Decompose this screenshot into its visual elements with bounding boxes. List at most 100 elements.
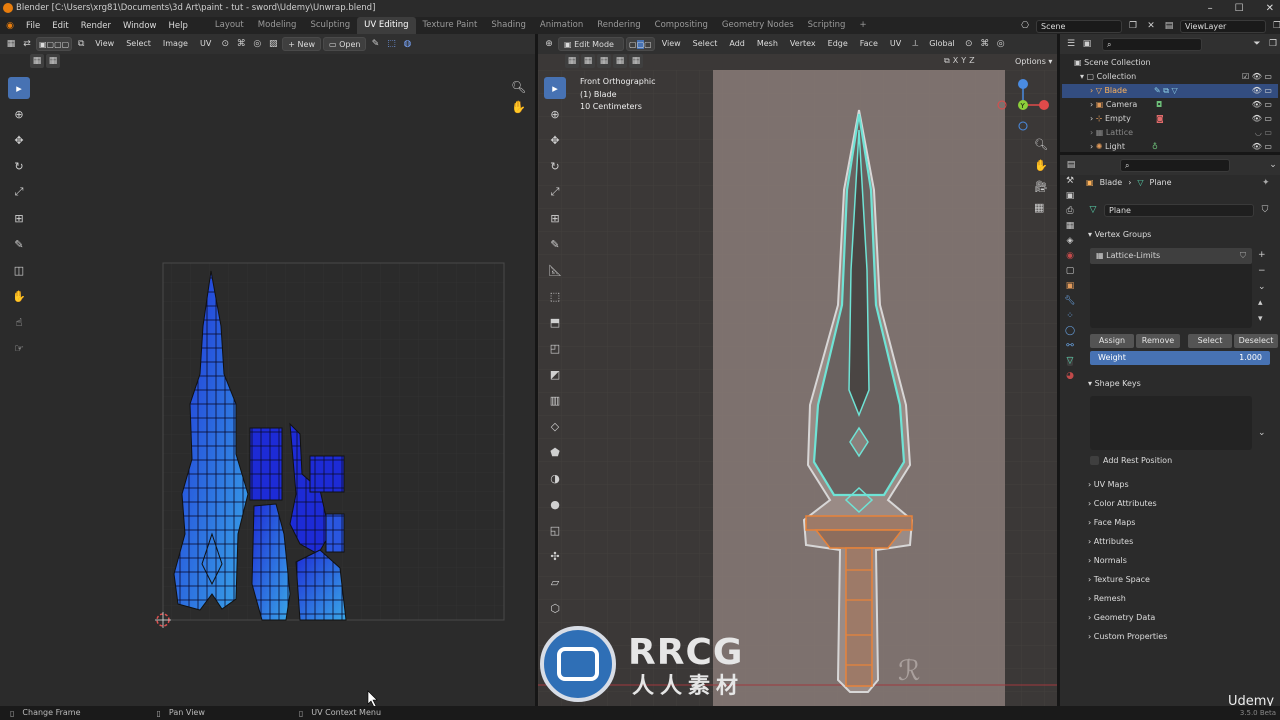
sticky-mode-icon[interactable]: ⧉	[74, 37, 88, 51]
tab-scripting[interactable]: Scripting	[801, 17, 853, 34]
shape-key-specials-icon[interactable]: ⌄	[1258, 428, 1266, 438]
assign-button[interactable]: Assign	[1090, 334, 1134, 348]
minimize-icon[interactable]: –	[1208, 0, 1213, 17]
material-tab-icon[interactable]: ◕	[1066, 371, 1074, 381]
properties-editor-type-icon[interactable]: ▤	[1064, 158, 1078, 172]
particles-tab-icon[interactable]: ⁘	[1066, 311, 1074, 321]
uv-canvas[interactable]	[0, 54, 535, 706]
orientation-icon[interactable]: ⟂	[908, 37, 922, 51]
blender-menu-icon[interactable]: ◉	[0, 19, 20, 33]
face-maps-panel-header[interactable]: › Face Maps	[1088, 513, 1272, 532]
outliner-item-blade[interactable]: › ▽ Blade ✎ ⧉ ▽ 👁︎ ▭	[1062, 84, 1278, 98]
outliner-editor-type-icon[interactable]: ☰	[1064, 37, 1078, 51]
vp-menu-vertex[interactable]: Vertex	[785, 37, 821, 51]
pivot-icon[interactable]: ⊙	[218, 37, 232, 51]
vp-camera-icon[interactable]: 🎥︎	[1034, 180, 1048, 193]
remove-vertex-group-icon[interactable]: −	[1258, 266, 1266, 276]
vp-proportional-icon[interactable]: ◎	[994, 37, 1008, 51]
shape-keys-panel-header[interactable]: ▾ Shape Keys	[1088, 374, 1272, 393]
view-layer-selector[interactable]: ViewLayer	[1180, 19, 1266, 33]
open-image-button[interactable]: ▭ Open	[323, 37, 367, 51]
vp-menu-add[interactable]: Add	[724, 37, 750, 51]
outliner-filter-icon[interactable]: ⏷	[1250, 37, 1264, 51]
fake-user-icon[interactable]: ⛉	[1258, 203, 1272, 217]
new-view-layer-icon[interactable]: ❐	[1270, 19, 1280, 33]
vp-zoom-icon[interactable]: 🔍︎	[1034, 138, 1048, 151]
tab-shading[interactable]: Shading	[484, 17, 533, 34]
modifier-tab-icon[interactable]: 🔧︎	[1064, 296, 1075, 306]
menu-render[interactable]: Render	[75, 21, 117, 31]
outliner-search-input[interactable]: ⌕	[1102, 37, 1202, 51]
normals-panel-header[interactable]: › Normals	[1088, 551, 1272, 570]
vp-menu-uv[interactable]: UV	[885, 37, 906, 51]
world-tab-icon[interactable]: ◉	[1066, 251, 1074, 261]
viewport-canvas[interactable]: ℛ	[538, 70, 1057, 706]
snap-icon[interactable]: ⌘	[234, 37, 248, 51]
vp-cursor-tool[interactable]: ⊕	[544, 103, 566, 125]
breadcrumb-data[interactable]: Plane	[1150, 178, 1172, 187]
properties-options-icon[interactable]: ⌄	[1266, 158, 1280, 172]
viewport-editor-type-icon[interactable]: ⊕	[542, 37, 556, 51]
tab-compositing[interactable]: Compositing	[648, 17, 715, 34]
vertex-group-item[interactable]: ▦ Lattice-Limits ⛉	[1090, 248, 1252, 264]
navigation-gizmo[interactable]: Y	[996, 78, 1052, 134]
remove-button[interactable]: Remove	[1136, 334, 1180, 348]
tab-texture-paint[interactable]: Texture Paint	[416, 17, 485, 34]
render-tab-icon[interactable]: ▣	[1066, 191, 1075, 201]
breadcrumb-object[interactable]: Blade	[1100, 178, 1123, 187]
vp-select-box-tool[interactable]: ▸	[544, 77, 566, 99]
vp-rotate-tool[interactable]: ↻	[544, 155, 566, 177]
view-layer-icon[interactable]: ▤	[1162, 19, 1176, 33]
view-layer-tab-icon[interactable]: ▦	[1066, 221, 1075, 231]
close-icon[interactable]: ✕	[1266, 0, 1274, 17]
uv-menu-uv[interactable]: UV	[195, 37, 216, 51]
select-button[interactable]: Select	[1188, 334, 1232, 348]
pin-icon[interactable]: ✎	[368, 37, 382, 51]
vertex-group-lock-icon[interactable]: ⛉	[1240, 248, 1246, 264]
move-down-icon[interactable]: ▾	[1258, 314, 1266, 324]
geometry-data-panel-header[interactable]: › Geometry Data	[1088, 608, 1272, 627]
vertex-group-list[interactable]: ▦ Lattice-Limits ⛉	[1090, 248, 1252, 328]
vp-grid-icon[interactable]: ▦	[1034, 201, 1048, 214]
collection-tab-icon[interactable]: ▢	[1066, 266, 1075, 276]
mode-selector[interactable]: ▣ Edit Mode	[558, 37, 624, 51]
texture-space-panel-header[interactable]: › Texture Space	[1088, 570, 1272, 589]
vp-menu-face[interactable]: Face	[855, 37, 883, 51]
uv-menu-view[interactable]: View	[90, 37, 119, 51]
new-collection-icon[interactable]: ❐	[1266, 37, 1280, 51]
vp-shear-tool[interactable]: ▱	[544, 571, 566, 593]
tab-geometry-nodes[interactable]: Geometry Nodes	[715, 17, 801, 34]
vp-transform-tool[interactable]: ⊞	[544, 207, 566, 229]
custom-properties-panel-header[interactable]: › Custom Properties	[1088, 627, 1272, 646]
pivot-point-icon[interactable]: ⊙	[962, 37, 976, 51]
vp-rip-tool[interactable]: ⬡	[544, 597, 566, 619]
overlay-icon[interactable]: ◍	[400, 37, 414, 51]
orientation-selector[interactable]: Global	[924, 37, 960, 51]
uv-maps-panel-header[interactable]: › UV Maps	[1088, 475, 1272, 494]
vp-inset-tool[interactable]: ◰	[544, 337, 566, 359]
vp-select-new-icon[interactable]: ▦	[565, 54, 579, 68]
outliner-scene-collection[interactable]: ▣ Scene Collection	[1062, 56, 1278, 70]
vp-snap-icon[interactable]: ⌘	[978, 37, 992, 51]
menu-edit[interactable]: Edit	[46, 21, 74, 31]
vp-select-extend-icon[interactable]: ▦	[581, 54, 595, 68]
vp-select-subtract-icon[interactable]: ▦	[597, 54, 611, 68]
image-browse-icon[interactable]: ▨	[266, 37, 280, 51]
vp-smooth-tool[interactable]: ●	[544, 493, 566, 515]
vp-poly-build-tool[interactable]: ⬟	[544, 441, 566, 463]
vp-menu-select[interactable]: Select	[688, 37, 723, 51]
scene-tab-icon[interactable]: ◈	[1067, 236, 1074, 246]
vp-pan-icon[interactable]: ✋	[1034, 159, 1048, 172]
data-tab-icon[interactable]: ▽	[1066, 356, 1074, 366]
vp-extrude-tool[interactable]: ⬒	[544, 311, 566, 333]
vp-select-invert-icon[interactable]: ▦	[613, 54, 627, 68]
shape-key-list[interactable]	[1090, 396, 1252, 450]
mesh-name-input[interactable]: Plane	[1104, 203, 1254, 217]
tab-modeling[interactable]: Modeling	[251, 17, 304, 34]
new-scene-icon[interactable]: ❐	[1126, 19, 1140, 33]
outliner-display-mode-icon[interactable]: ▣	[1080, 37, 1094, 51]
mesh-data-icon[interactable]: ▽	[1086, 203, 1100, 217]
proportional-icon[interactable]: ◎	[250, 37, 264, 51]
tab-layout[interactable]: Layout	[208, 17, 251, 34]
vp-move-tool[interactable]: ✥	[544, 129, 566, 151]
